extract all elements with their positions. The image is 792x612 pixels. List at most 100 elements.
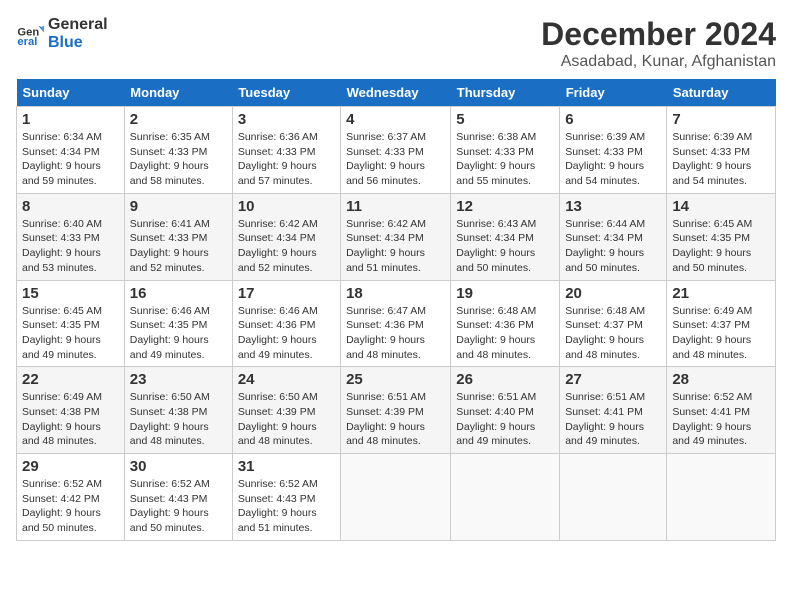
calendar-cell: 2 Sunrise: 6:35 AMSunset: 4:33 PMDayligh…: [124, 107, 232, 194]
day-number: 16: [130, 285, 227, 302]
col-monday: Monday: [124, 79, 232, 107]
day-detail: Sunrise: 6:38 AMSunset: 4:33 PMDaylight:…: [456, 131, 536, 187]
day-detail: Sunrise: 6:49 AMSunset: 4:38 PMDaylight:…: [22, 391, 102, 447]
day-number: 18: [346, 285, 445, 302]
day-detail: Sunrise: 6:50 AMSunset: 4:39 PMDaylight:…: [238, 391, 318, 447]
day-number: 23: [130, 371, 227, 388]
calendar-cell: 9 Sunrise: 6:41 AMSunset: 4:33 PMDayligh…: [124, 193, 232, 280]
day-detail: Sunrise: 6:39 AMSunset: 4:33 PMDaylight:…: [565, 131, 645, 187]
calendar-cell: 17 Sunrise: 6:46 AMSunset: 4:36 PMDaylig…: [232, 280, 340, 367]
calendar-cell: 15 Sunrise: 6:45 AMSunset: 4:35 PMDaylig…: [17, 280, 125, 367]
logo: Gen eral General Blue: [16, 16, 108, 51]
calendar-cell: 28 Sunrise: 6:52 AMSunset: 4:41 PMDaylig…: [667, 367, 776, 454]
day-number: 5: [456, 111, 554, 128]
day-number: 31: [238, 458, 335, 475]
calendar-cell: 22 Sunrise: 6:49 AMSunset: 4:38 PMDaylig…: [17, 367, 125, 454]
day-detail: Sunrise: 6:52 AMSunset: 4:43 PMDaylight:…: [130, 478, 210, 534]
calendar-cell: 21 Sunrise: 6:49 AMSunset: 4:37 PMDaylig…: [667, 280, 776, 367]
calendar-cell: 24 Sunrise: 6:50 AMSunset: 4:39 PMDaylig…: [232, 367, 340, 454]
day-detail: Sunrise: 6:49 AMSunset: 4:37 PMDaylight:…: [672, 305, 752, 361]
day-detail: Sunrise: 6:44 AMSunset: 4:34 PMDaylight:…: [565, 218, 645, 274]
day-detail: Sunrise: 6:34 AMSunset: 4:34 PMDaylight:…: [22, 131, 102, 187]
day-number: 28: [672, 371, 770, 388]
day-number: 9: [130, 198, 227, 215]
calendar-cell: 25 Sunrise: 6:51 AMSunset: 4:39 PMDaylig…: [341, 367, 451, 454]
calendar-cell: 27 Sunrise: 6:51 AMSunset: 4:41 PMDaylig…: [560, 367, 667, 454]
calendar-week-row: 29 Sunrise: 6:52 AMSunset: 4:42 PMDaylig…: [17, 454, 776, 541]
day-number: 13: [565, 198, 661, 215]
calendar-week-row: 8 Sunrise: 6:40 AMSunset: 4:33 PMDayligh…: [17, 193, 776, 280]
day-detail: Sunrise: 6:48 AMSunset: 4:37 PMDaylight:…: [565, 305, 645, 361]
day-number: 3: [238, 111, 335, 128]
calendar-week-row: 1 Sunrise: 6:34 AMSunset: 4:34 PMDayligh…: [17, 107, 776, 194]
calendar-cell: 6 Sunrise: 6:39 AMSunset: 4:33 PMDayligh…: [560, 107, 667, 194]
calendar-cell: 4 Sunrise: 6:37 AMSunset: 4:33 PMDayligh…: [341, 107, 451, 194]
day-detail: Sunrise: 6:41 AMSunset: 4:33 PMDaylight:…: [130, 218, 210, 274]
day-number: 15: [22, 285, 119, 302]
day-number: 2: [130, 111, 227, 128]
calendar-cell: 8 Sunrise: 6:40 AMSunset: 4:33 PMDayligh…: [17, 193, 125, 280]
day-detail: Sunrise: 6:51 AMSunset: 4:39 PMDaylight:…: [346, 391, 426, 447]
day-number: 12: [456, 198, 554, 215]
day-number: 19: [456, 285, 554, 302]
calendar-cell: 3 Sunrise: 6:36 AMSunset: 4:33 PMDayligh…: [232, 107, 340, 194]
calendar-cell: [451, 454, 560, 541]
calendar-cell: 26 Sunrise: 6:51 AMSunset: 4:40 PMDaylig…: [451, 367, 560, 454]
day-detail: Sunrise: 6:48 AMSunset: 4:36 PMDaylight:…: [456, 305, 536, 361]
col-friday: Friday: [560, 79, 667, 107]
subtitle: Asadabad, Kunar, Afghanistan: [541, 53, 776, 71]
col-tuesday: Tuesday: [232, 79, 340, 107]
day-detail: Sunrise: 6:51 AMSunset: 4:41 PMDaylight:…: [565, 391, 645, 447]
calendar-cell: 5 Sunrise: 6:38 AMSunset: 4:33 PMDayligh…: [451, 107, 560, 194]
calendar-cell: 20 Sunrise: 6:48 AMSunset: 4:37 PMDaylig…: [560, 280, 667, 367]
day-detail: Sunrise: 6:43 AMSunset: 4:34 PMDaylight:…: [456, 218, 536, 274]
day-detail: Sunrise: 6:52 AMSunset: 4:41 PMDaylight:…: [672, 391, 752, 447]
calendar-cell: 14 Sunrise: 6:45 AMSunset: 4:35 PMDaylig…: [667, 193, 776, 280]
day-detail: Sunrise: 6:39 AMSunset: 4:33 PMDaylight:…: [672, 131, 752, 187]
day-number: 24: [238, 371, 335, 388]
col-thursday: Thursday: [451, 79, 560, 107]
day-number: 8: [22, 198, 119, 215]
calendar-week-row: 15 Sunrise: 6:45 AMSunset: 4:35 PMDaylig…: [17, 280, 776, 367]
calendar-cell: 11 Sunrise: 6:42 AMSunset: 4:34 PMDaylig…: [341, 193, 451, 280]
col-sunday: Sunday: [17, 79, 125, 107]
day-number: 25: [346, 371, 445, 388]
calendar-cell: [667, 454, 776, 541]
day-detail: Sunrise: 6:51 AMSunset: 4:40 PMDaylight:…: [456, 391, 536, 447]
day-detail: Sunrise: 6:45 AMSunset: 4:35 PMDaylight:…: [672, 218, 752, 274]
day-number: 14: [672, 198, 770, 215]
calendar-cell: 30 Sunrise: 6:52 AMSunset: 4:43 PMDaylig…: [124, 454, 232, 541]
day-detail: Sunrise: 6:52 AMSunset: 4:43 PMDaylight:…: [238, 478, 318, 534]
calendar-cell: 29 Sunrise: 6:52 AMSunset: 4:42 PMDaylig…: [17, 454, 125, 541]
day-detail: Sunrise: 6:50 AMSunset: 4:38 PMDaylight:…: [130, 391, 210, 447]
day-number: 6: [565, 111, 661, 128]
day-detail: Sunrise: 6:42 AMSunset: 4:34 PMDaylight:…: [238, 218, 318, 274]
calendar-cell: 12 Sunrise: 6:43 AMSunset: 4:34 PMDaylig…: [451, 193, 560, 280]
calendar-cell: 31 Sunrise: 6:52 AMSunset: 4:43 PMDaylig…: [232, 454, 340, 541]
day-number: 7: [672, 111, 770, 128]
day-number: 20: [565, 285, 661, 302]
col-wednesday: Wednesday: [341, 79, 451, 107]
col-saturday: Saturday: [667, 79, 776, 107]
calendar-cell: 23 Sunrise: 6:50 AMSunset: 4:38 PMDaylig…: [124, 367, 232, 454]
day-detail: Sunrise: 6:46 AMSunset: 4:35 PMDaylight:…: [130, 305, 210, 361]
day-number: 17: [238, 285, 335, 302]
calendar-cell: [341, 454, 451, 541]
header-row: Sunday Monday Tuesday Wednesday Thursday…: [17, 79, 776, 107]
day-detail: Sunrise: 6:47 AMSunset: 4:36 PMDaylight:…: [346, 305, 426, 361]
calendar-cell: 16 Sunrise: 6:46 AMSunset: 4:35 PMDaylig…: [124, 280, 232, 367]
day-number: 11: [346, 198, 445, 215]
title-area: December 2024 Asadabad, Kunar, Afghanist…: [541, 16, 776, 71]
day-detail: Sunrise: 6:40 AMSunset: 4:33 PMDaylight:…: [22, 218, 102, 274]
calendar-cell: 1 Sunrise: 6:34 AMSunset: 4:34 PMDayligh…: [17, 107, 125, 194]
day-number: 26: [456, 371, 554, 388]
day-number: 29: [22, 458, 119, 475]
calendar-week-row: 22 Sunrise: 6:49 AMSunset: 4:38 PMDaylig…: [17, 367, 776, 454]
day-number: 30: [130, 458, 227, 475]
calendar-cell: 19 Sunrise: 6:48 AMSunset: 4:36 PMDaylig…: [451, 280, 560, 367]
calendar-cell: 10 Sunrise: 6:42 AMSunset: 4:34 PMDaylig…: [232, 193, 340, 280]
calendar-cell: [560, 454, 667, 541]
day-number: 1: [22, 111, 119, 128]
day-number: 22: [22, 371, 119, 388]
day-number: 4: [346, 111, 445, 128]
